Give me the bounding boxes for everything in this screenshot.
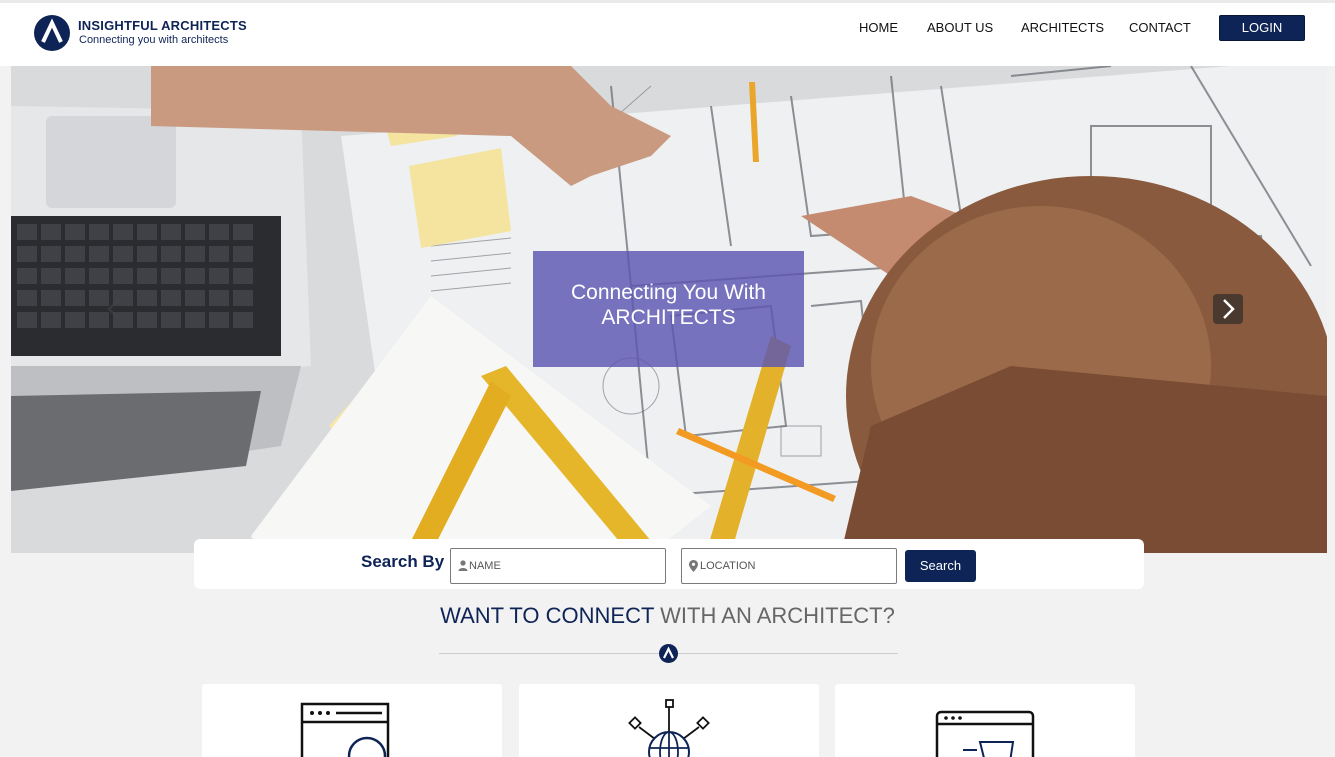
slider-prev-button[interactable] [99,294,129,324]
browser-search-icon [300,702,390,757]
location-field[interactable] [681,548,897,584]
nav-home[interactable]: HOME [859,20,898,35]
search-panel: Search By Search [194,539,1144,589]
section-heading: WANT TO CONNECT WITH AN ARCHITECT? [0,603,1335,629]
hero-slider: Connecting You With ARCHITECTS [11,66,1327,553]
nav-architects[interactable]: ARCHITECTS [1021,20,1104,35]
brand-name[interactable]: INSIGHTFUL ARCHITECTS [78,18,247,33]
map-pin-icon [689,560,698,572]
feature-card-chat[interactable] [835,684,1135,757]
globe-network-icon [628,699,710,757]
chevron-right-icon [1223,299,1235,319]
hero-caption: Connecting You With ARCHITECTS [533,251,804,367]
brand-tagline: Connecting you with architects [79,34,229,46]
logo-badge-icon [659,644,678,663]
name-field[interactable] [450,548,666,584]
hero-caption-line-2: ARCHITECTS [601,306,736,329]
login-button[interactable]: LOGIN [1219,15,1305,41]
user-icon [458,560,468,571]
top-border [0,0,1335,3]
search-button[interactable]: Search [905,550,976,582]
chevron-left-icon [107,299,119,319]
location-input[interactable] [700,557,888,575]
name-input[interactable] [469,557,657,575]
section-heading-part-1: WANT TO CONNECT [440,603,655,628]
search-by-label: Search By [361,552,445,571]
feature-card-network[interactable] [519,684,819,757]
logo-icon[interactable] [34,15,70,51]
section-heading-part-2: WITH AN ARCHITECT? [660,603,895,628]
hero-caption-line-1: Connecting You With [571,281,766,304]
feature-card-search[interactable] [202,684,502,757]
nav-about-us[interactable]: ABOUT US [927,20,993,35]
nav-contact[interactable]: CONTACT [1129,20,1191,35]
site-header: INSIGHTFUL ARCHITECTS Connecting you wit… [0,0,1335,66]
slider-next-button[interactable] [1213,294,1243,324]
browser-chat-icon [935,710,1035,757]
